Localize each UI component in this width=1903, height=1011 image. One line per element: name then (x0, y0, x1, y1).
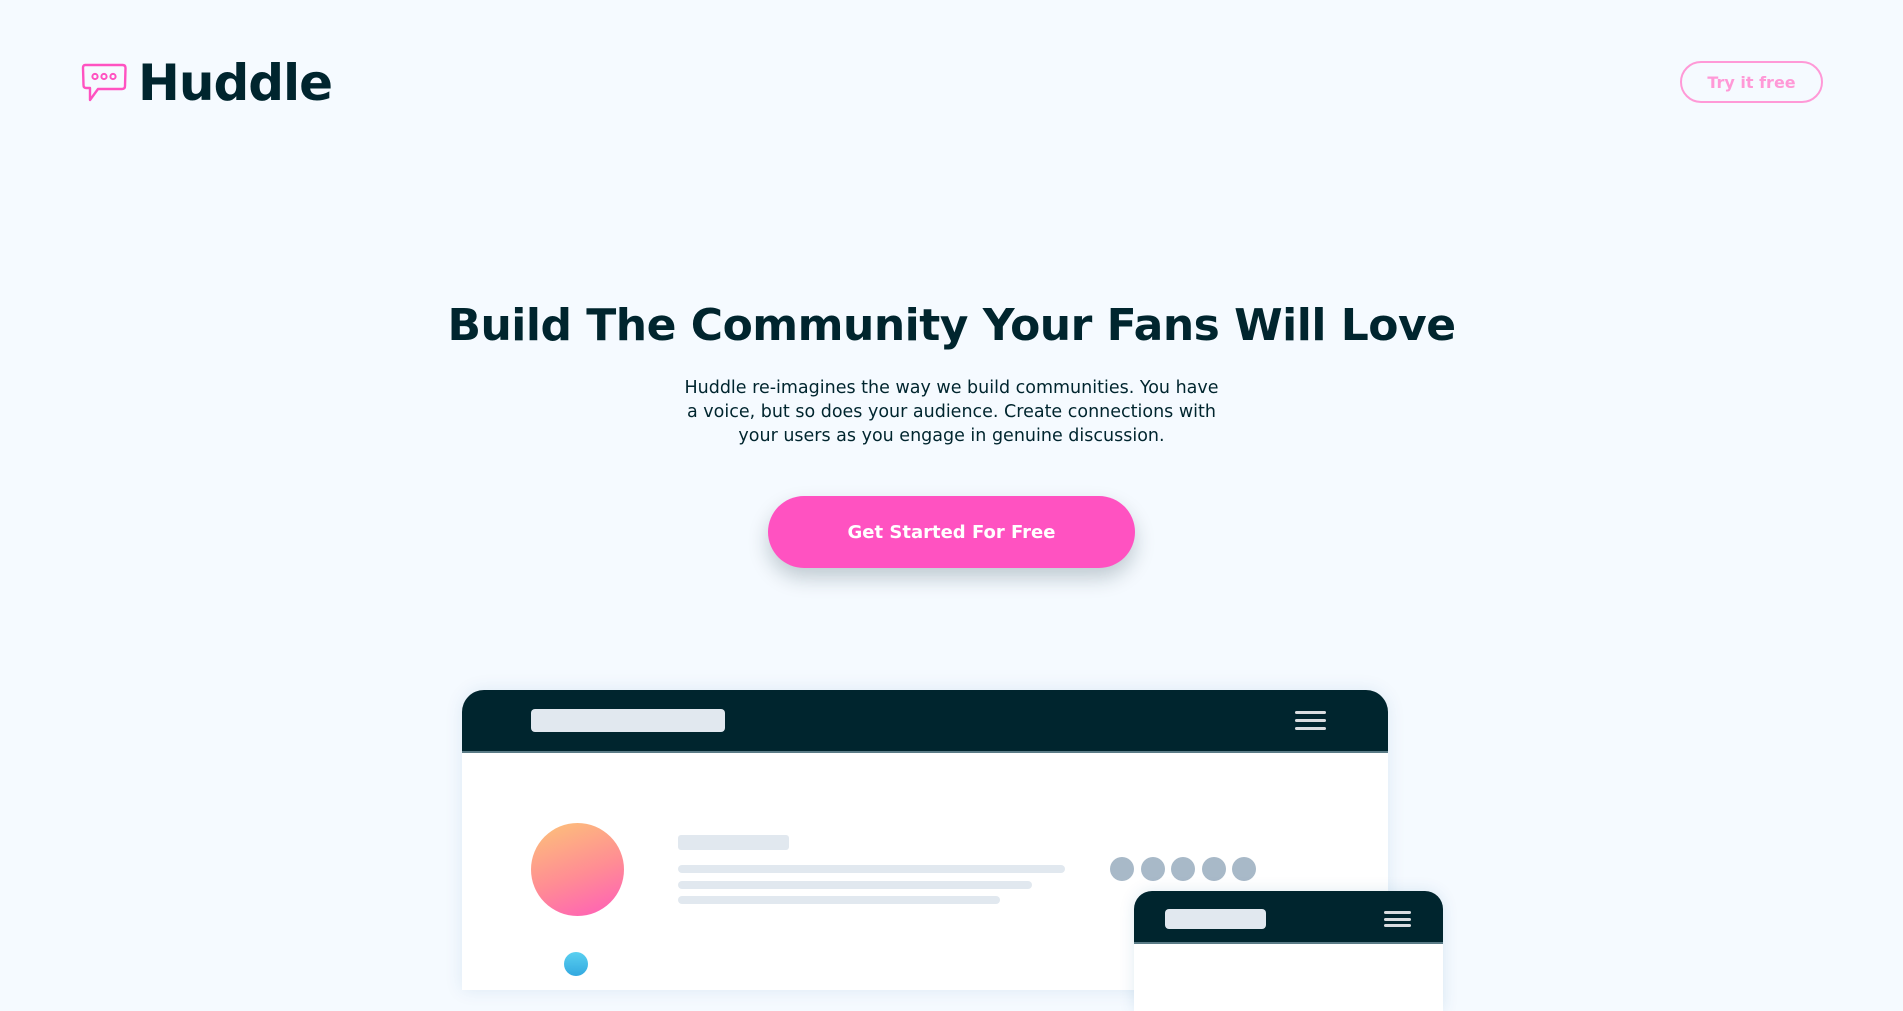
skeleton-line (678, 896, 1000, 904)
get-started-button[interactable]: Get Started For Free (768, 496, 1135, 568)
dot-placeholder (1140, 857, 1165, 881)
brand-name: Huddle (138, 54, 333, 112)
secondary-avatar-placeholder (564, 952, 588, 976)
chat-bubble-icon (81, 63, 127, 102)
logo[interactable]: Huddle (80, 54, 333, 112)
hero-description: Huddle re-imagines the way we build comm… (684, 378, 1219, 446)
dot-row (1110, 857, 1263, 881)
mobile-mockup-illustration (1134, 891, 1443, 1011)
try-it-free-button[interactable]: Try it free (1680, 61, 1823, 103)
mockup-title-placeholder (531, 709, 725, 732)
avatar-placeholder (531, 823, 624, 916)
skeleton-line (678, 881, 1032, 889)
dot-placeholder (1110, 857, 1134, 881)
dot-placeholder (1232, 857, 1256, 881)
skeleton-title (678, 835, 789, 850)
hamburger-menu-icon (1384, 911, 1411, 927)
dot-placeholder (1201, 857, 1226, 881)
mockup-header (462, 690, 1388, 753)
hero-title: Build The Community Your Fans Will Love (447, 300, 1456, 351)
mockup-title-placeholder (1165, 909, 1266, 929)
mockup-header (1134, 891, 1443, 944)
hamburger-menu-icon (1295, 711, 1326, 730)
dot-placeholder (1171, 857, 1195, 881)
skeleton-line (678, 865, 1065, 873)
